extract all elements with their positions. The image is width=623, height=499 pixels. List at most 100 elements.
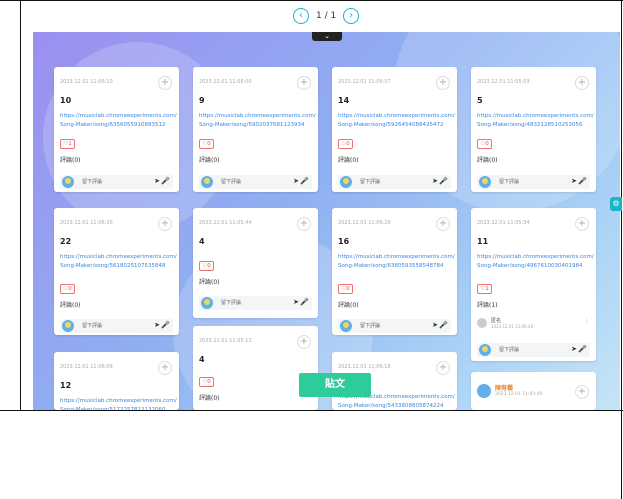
plus-icon[interactable]: +: [436, 217, 450, 231]
like-button[interactable]: ♡1: [60, 139, 75, 149]
microphone-icon[interactable]: 🎤: [578, 345, 587, 353]
post-link[interactable]: https://musiclab.chromeexperiments.com/S…: [338, 112, 456, 130]
reply-box[interactable]: 留下評論 ➤ 🎤: [60, 175, 173, 189]
send-icon[interactable]: ➤: [432, 177, 438, 185]
plus-icon[interactable]: +: [158, 76, 172, 90]
plus-icon[interactable]: +: [297, 76, 311, 90]
plus-icon[interactable]: +: [575, 385, 589, 399]
reply-placeholder[interactable]: 留下評論: [82, 322, 102, 329]
send-icon[interactable]: ➤: [293, 177, 299, 185]
post-card[interactable]: 2023.12.01 11:06:10 + 10 https://musicla…: [54, 67, 179, 192]
like-button[interactable]: ♡0: [477, 139, 492, 149]
post-title: 4: [199, 355, 205, 364]
post-title: 16: [338, 237, 350, 246]
post-card[interactable]: 2023.12.01 11:05:03 + 5 https://musiclab…: [471, 67, 596, 192]
microphone-icon[interactable]: 🎤: [578, 177, 587, 185]
user-avatar: [340, 320, 352, 332]
microphone-icon[interactable]: 🎤: [439, 321, 448, 329]
post-time: 2023.12.01 11:05:44: [199, 220, 252, 226]
post-link[interactable]: https://musiclab.chromeexperiments.com/S…: [477, 112, 595, 130]
plus-icon[interactable]: +: [158, 217, 172, 231]
post-title: 12: [60, 381, 72, 390]
send-icon[interactable]: ➤: [571, 345, 577, 353]
send-icon[interactable]: ➤: [154, 177, 160, 185]
like-count: 0: [485, 141, 489, 147]
plus-icon[interactable]: +: [297, 335, 311, 349]
plus-icon[interactable]: +: [297, 217, 311, 231]
post-card[interactable]: 2023.12.01 11:05:13 + 4 ♡0 評論(0): [193, 326, 318, 410]
reply-placeholder[interactable]: 留下評論: [221, 178, 241, 185]
reply-box[interactable]: 留下評論 ➤ 🎤: [338, 175, 451, 189]
plus-icon[interactable]: +: [575, 76, 589, 90]
microphone-icon[interactable]: 🎤: [300, 298, 309, 306]
post-link[interactable]: https://musiclab.chromeexperiments.com/S…: [338, 253, 456, 271]
like-button[interactable]: ♡0: [338, 139, 353, 149]
like-button[interactable]: ♡0: [199, 261, 214, 271]
chevron-left-icon[interactable]: ‹: [293, 8, 309, 24]
like-button[interactable]: ♡0: [338, 284, 353, 294]
post-time: 2023.12.01 11:06:20: [338, 220, 391, 226]
reply-box[interactable]: 留下評論 ➤ 🎤: [199, 296, 312, 310]
like-button[interactable]: ♡0: [60, 284, 75, 294]
reply-placeholder[interactable]: 留下評論: [82, 178, 102, 185]
plus-icon[interactable]: +: [158, 361, 172, 375]
comment-count: 評論(0): [338, 302, 359, 309]
post-card[interactable]: 2023.12.01 11:06:30 + 22 https://musicla…: [54, 208, 179, 335]
send-icon[interactable]: ➤: [293, 298, 299, 306]
more-options-icon[interactable]: ⋮: [584, 318, 590, 325]
reply-box[interactable]: 留下評論 ➤ 🎤: [338, 319, 451, 333]
post-card[interactable]: 2023.12.01 11:06:20 + 16 https://musicla…: [332, 208, 457, 335]
chevron-right-icon[interactable]: ›: [343, 8, 360, 24]
microphone-icon[interactable]: 🎤: [300, 177, 309, 185]
send-icon[interactable]: ➤: [154, 321, 160, 329]
post-card[interactable]: 2023.12.01 11:06:57 + 14 https://musicla…: [332, 67, 457, 192]
chevron-down-icon[interactable]: ⌄: [312, 32, 342, 41]
send-icon[interactable]: ➤: [432, 321, 438, 329]
like-button[interactable]: ♡0: [199, 139, 214, 149]
reply-box[interactable]: 留下評論 ➤ 🎤: [60, 319, 173, 333]
reply-placeholder[interactable]: 留下評論: [499, 346, 519, 353]
post-button[interactable]: 貼文: [299, 373, 371, 397]
gear-icon[interactable]: ⚙: [610, 197, 622, 211]
post-card[interactable]: 陳宥蓁 2023.12.01 11:03:40 +: [471, 372, 596, 410]
send-icon[interactable]: ➤: [571, 177, 577, 185]
comment-time: 2023.12.01 11:06:46: [491, 324, 534, 329]
post-link[interactable]: https://musiclab.chromeexperiments.com/S…: [477, 253, 595, 271]
post-link[interactable]: https://musiclab.chromeexperiments.com/S…: [60, 112, 178, 130]
like-count: 0: [207, 379, 211, 385]
post-time: 2023.12.01 11:06:30: [60, 220, 113, 226]
user-avatar: [479, 176, 491, 188]
reply-box[interactable]: 留下評論 ➤ 🎤: [477, 175, 590, 189]
like-count: 1: [485, 286, 489, 292]
post-title: 10: [60, 96, 72, 105]
post-link[interactable]: https://musiclab.chromeexperiments.com/S…: [199, 112, 317, 130]
plus-icon[interactable]: +: [436, 361, 450, 375]
post-card[interactable]: 2023.12.01 11:05:44 + 4 ♡0 評論(0) 留下評論 ➤ …: [193, 208, 318, 318]
post-link[interactable]: https://musiclab.chromeexperiments.com/S…: [60, 397, 178, 410]
like-button[interactable]: ♡0: [199, 377, 214, 387]
reply-box[interactable]: 留下評論 ➤ 🎤: [199, 175, 312, 189]
post-card[interactable]: 2023.12.01 11:06:00 + 9 https://musiclab…: [193, 67, 318, 192]
post-card[interactable]: 2023.12.01 11:06:09 + 12 https://musicla…: [54, 352, 179, 410]
reply-placeholder[interactable]: 留下評論: [221, 299, 241, 306]
plus-icon[interactable]: +: [575, 217, 589, 231]
reply-placeholder[interactable]: 留下評論: [499, 178, 519, 185]
microphone-icon[interactable]: 🎤: [161, 321, 170, 329]
author-avatar: [477, 384, 491, 398]
microphone-icon[interactable]: 🎤: [161, 177, 170, 185]
user-avatar: [340, 176, 352, 188]
like-button[interactable]: ♡1: [477, 284, 492, 294]
post-card[interactable]: 2023.12.01 11:05:34 + 11 https://musicla…: [471, 208, 596, 361]
like-count: 0: [207, 263, 211, 269]
reply-placeholder[interactable]: 留下評論: [360, 322, 380, 329]
plus-icon[interactable]: +: [436, 76, 450, 90]
reply-placeholder[interactable]: 留下評論: [360, 178, 380, 185]
reply-box[interactable]: 留下評論 ➤ 🎤: [477, 343, 590, 357]
post-title: 11: [477, 237, 489, 246]
like-count: 1: [68, 141, 72, 147]
microphone-icon[interactable]: 🎤: [439, 177, 448, 185]
padlet-board: ⌄ 2023.12.01 11:06:10 + 10 https://music…: [33, 32, 620, 410]
commenter-name: 匿名: [491, 318, 502, 324]
post-link[interactable]: https://musiclab.chromeexperiments.com/S…: [60, 253, 178, 271]
user-avatar: [201, 176, 213, 188]
